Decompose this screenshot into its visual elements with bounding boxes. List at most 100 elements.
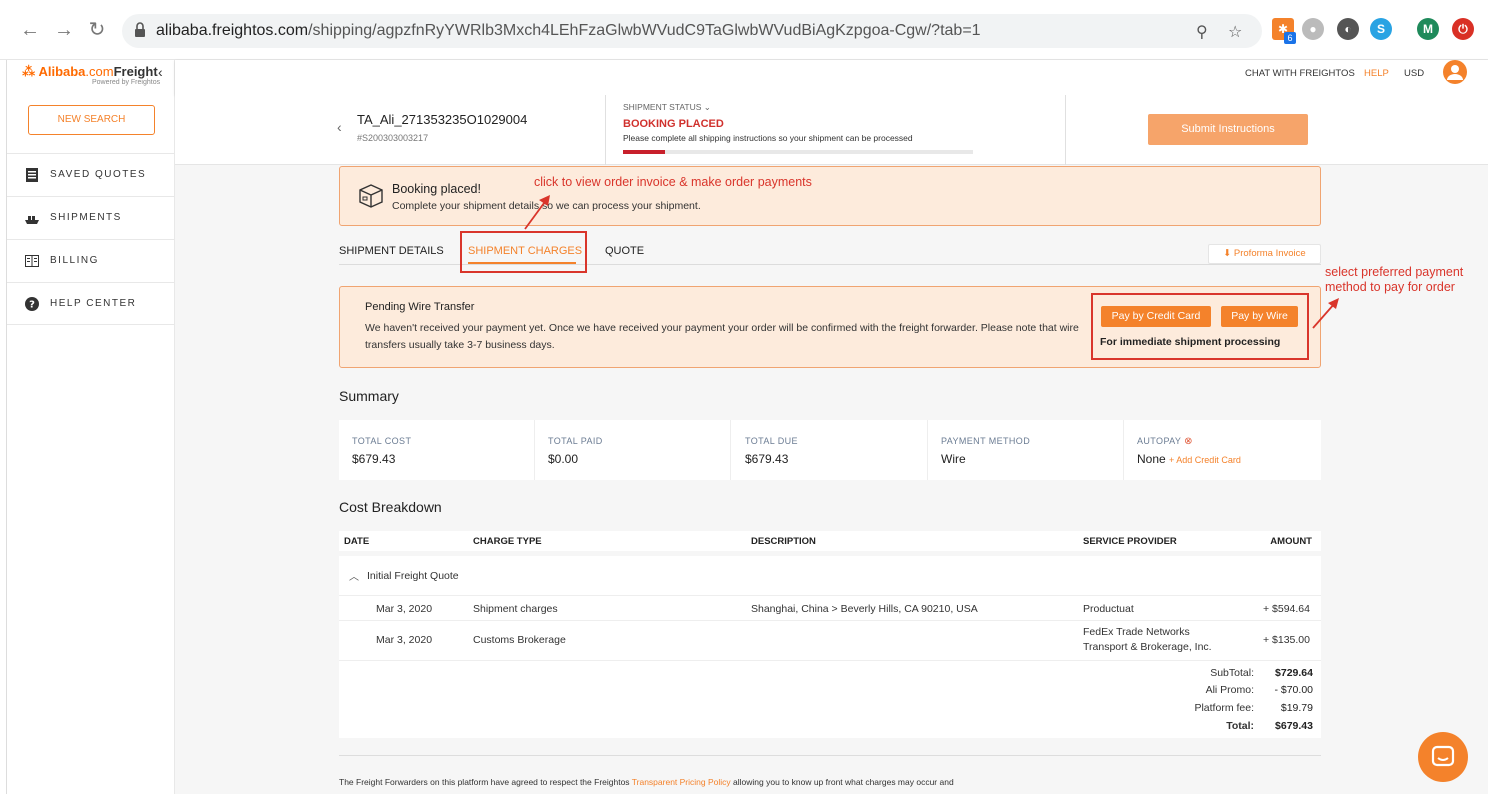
wire-description: We haven't received your payment yet. On…	[365, 322, 1079, 351]
cell-provider: FedEx Trade Networks	[1083, 626, 1190, 638]
currency-select[interactable]: USD	[1404, 68, 1424, 79]
wire-title: Pending Wire Transfer	[365, 301, 475, 313]
close-circle-icon[interactable]: ⊗	[1184, 436, 1193, 447]
cell-description: Shanghai, China > Beverly Hills, CA 9021…	[751, 603, 978, 615]
sidebar-item-label: SAVED QUOTES	[50, 169, 147, 180]
bookmark-star-icon[interactable]: ☆	[1228, 22, 1242, 42]
status-label: SHIPMENT STATUS ⌄	[623, 102, 711, 112]
column-header: DESCRIPTION	[751, 536, 816, 547]
back-chevron-icon[interactable]: ‹	[337, 119, 342, 135]
annotation-payment-text-1: select preferred payment	[1325, 265, 1464, 279]
status-value: BOOKING PLACED	[623, 118, 724, 130]
reload-icon[interactable]: ↻	[85, 18, 109, 42]
url-path: /shipping/agpzfnRyYWRlb3Mxch4LEhFzaGlwbW…	[308, 22, 981, 39]
chat-button[interactable]	[1418, 732, 1468, 782]
lock-icon	[135, 22, 145, 37]
zoom-icon[interactable]: ⚲	[1196, 22, 1208, 42]
charge-group-toggle[interactable]: ︿ Initial Freight Quote	[339, 556, 1321, 596]
column-header: SERVICE PROVIDER	[1083, 536, 1177, 547]
tab-shipment-details[interactable]: SHIPMENT DETAILS	[339, 245, 444, 257]
sidebar-item-label: HELP CENTER	[50, 298, 137, 309]
url-text: alibaba.freightos.com/shipping/agpzfnRyY…	[156, 22, 981, 40]
subtotal-value: $729.64	[1275, 667, 1313, 679]
new-search-button[interactable]: NEW SEARCH	[28, 105, 155, 135]
footer-divider	[339, 755, 1321, 756]
tab-quote[interactable]: QUOTE	[605, 245, 644, 257]
logo-subtitle: Powered by Freightos	[92, 79, 161, 86]
extension-circle-icon[interactable]: ◐	[1337, 18, 1359, 40]
collapse-chevron-icon[interactable]: ‹	[158, 64, 163, 80]
cell-date: Mar 3, 2020	[376, 634, 433, 646]
extension-power-icon[interactable]: ⏻	[1452, 18, 1474, 40]
help-icon: ?	[25, 297, 39, 311]
window-edge	[6, 60, 7, 794]
sidebar-item-shipments[interactable]: SHIPMENTS	[7, 196, 175, 239]
summary-label: PAYMENT METHOD	[941, 436, 1031, 446]
booking-description: Complete your shipment details so we can…	[392, 200, 701, 212]
table-row: Mar 3, 2020 Shipment charges Shanghai, C…	[339, 597, 1321, 621]
shipment-header: ‹ TA_Ali_271353235O1029004 #S20030300321…	[175, 95, 1488, 165]
summary-label: TOTAL COST	[352, 436, 412, 446]
chat-link[interactable]: CHAT WITH FREIGHTOS	[1245, 68, 1355, 79]
back-arrow-icon[interactable]: ←	[18, 18, 42, 42]
url-domain: alibaba.freightos.com	[156, 22, 309, 39]
summary-total-due: TOTAL DUE $679.43	[732, 420, 928, 480]
booking-banner: Booking placed! Complete your shipment d…	[339, 166, 1321, 226]
logo[interactable]: ⁂ Alibaba.comFreight	[22, 64, 158, 80]
cell-type: Shipment charges	[473, 603, 558, 615]
status-progress-track	[623, 150, 973, 154]
annotation-payment-highlight	[1091, 293, 1309, 360]
summary-value: None + Add Credit Card	[1137, 452, 1241, 466]
summary-label: TOTAL PAID	[548, 436, 603, 446]
summary-label: TOTAL DUE	[745, 436, 798, 446]
cell-provider: Productuat	[1083, 603, 1134, 615]
cell-amount: + $135.00	[1262, 634, 1310, 646]
user-avatar-icon[interactable]	[1443, 60, 1467, 84]
profile-avatar[interactable]: M	[1417, 18, 1439, 40]
summary-payment-method: PAYMENT METHOD Wire	[928, 420, 1124, 480]
extension-skype-icon[interactable]: S	[1370, 18, 1392, 40]
summary-value: $679.43	[352, 452, 396, 466]
svg-text:?: ?	[29, 300, 35, 311]
annotation-payment-text-2: method to pay for order	[1325, 280, 1455, 294]
extension-shield-icon[interactable]: ●	[1302, 18, 1324, 40]
ship-icon	[25, 216, 39, 224]
sidebar-item-saved-quotes[interactable]: SAVED QUOTES	[7, 153, 175, 196]
download-icon: ⬇	[1223, 248, 1232, 259]
logo-brand: Alibaba	[38, 64, 86, 79]
summary-title: Summary	[339, 388, 399, 404]
sidebar-item-billing[interactable]: BILLING	[7, 239, 175, 282]
status-progress-fill	[623, 150, 665, 154]
table-row: Mar 3, 2020 Customs Brokerage FedEx Trad…	[339, 622, 1321, 661]
booking-title: Booking placed!	[392, 182, 481, 196]
footer-note: The Freight Forwarders on this platform …	[339, 777, 954, 787]
billing-icon	[25, 255, 39, 267]
logo-swoosh-icon: ⁂	[22, 64, 36, 79]
summary-card: TOTAL COST $679.43 TOTAL PAID $0.00 TOTA…	[339, 420, 1321, 480]
cell-type: Customs Brokerage	[473, 634, 566, 646]
add-credit-card-link[interactable]: + Add Credit Card	[1169, 455, 1241, 465]
shipment-status[interactable]: SHIPMENT STATUS ⌄ BOOKING PLACED Please …	[605, 95, 1066, 165]
column-header: DATE	[344, 536, 370, 547]
cell-provider-line2: Transport & Brokerage, Inc.	[1083, 641, 1212, 653]
sidebar-item-help-center[interactable]: ? HELP CENTER	[7, 282, 175, 325]
logo-freight: Freight	[113, 64, 158, 79]
submit-instructions-button[interactable]: Submit Instructions	[1148, 114, 1308, 145]
status-description: Please complete all shipping instruction…	[623, 133, 913, 143]
cell-amount: + $594.64	[1262, 603, 1310, 615]
promo-value: - $70.00	[1274, 684, 1313, 696]
column-header: CHARGE TYPE	[473, 536, 542, 547]
subtotal-label: SubTotal:	[1210, 667, 1254, 679]
app-topbar: CHAT WITH FREIGHTOS HELP USD	[175, 60, 1488, 95]
forward-arrow-icon[interactable]: →	[52, 18, 76, 42]
package-icon	[359, 184, 383, 208]
transparent-pricing-link[interactable]: Transparent Pricing Policy	[632, 777, 731, 787]
shipment-ref: #S200303003217	[357, 133, 429, 143]
cell-date: Mar 3, 2020	[376, 603, 433, 615]
sidebar: ⁂ Alibaba.comFreight Powered by Freighto…	[0, 60, 175, 794]
summary-total-cost: TOTAL COST $679.43	[339, 420, 535, 480]
address-bar[interactable]: alibaba.freightos.com/shipping/agpzfnRyY…	[122, 14, 1262, 48]
proforma-invoice-button[interactable]: ⬇ Proforma Invoice	[1208, 244, 1321, 264]
summary-value: Wire	[941, 452, 966, 466]
help-link[interactable]: HELP	[1364, 68, 1389, 79]
